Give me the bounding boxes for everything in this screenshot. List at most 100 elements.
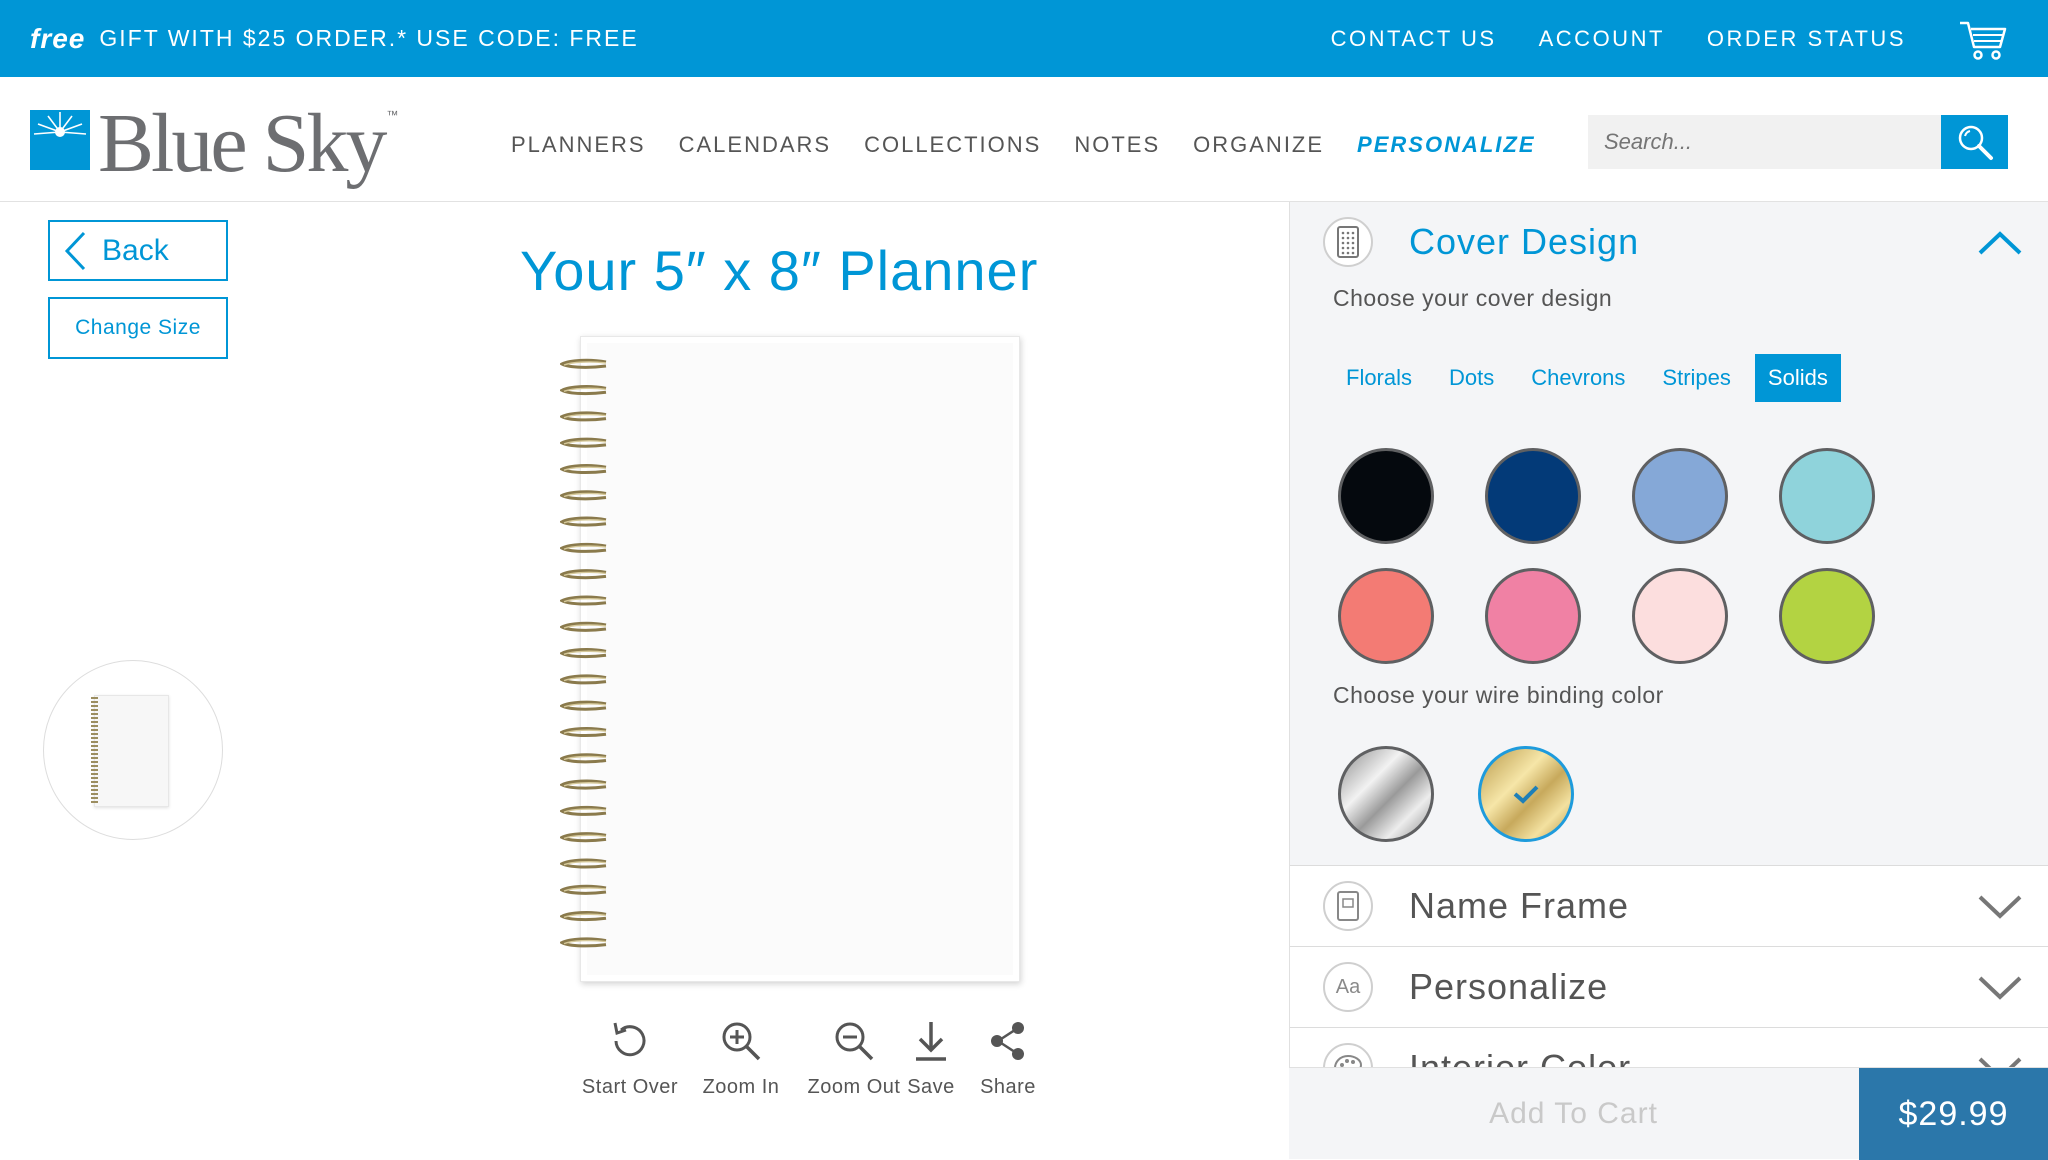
cover-design-subtitle: Choose your cover design	[1333, 285, 1613, 311]
cover-color-swatch[interactable]	[1338, 448, 1434, 544]
cover-color-swatch[interactable]	[1485, 448, 1581, 544]
cover-color-swatch[interactable]	[1779, 448, 1875, 544]
personalize-section[interactable]: Aa Personalize	[1290, 947, 2048, 1027]
aa-text-icon: Aa	[1323, 962, 1373, 1012]
spiral-ring	[560, 463, 607, 475]
page-title: Your 5″ x 8″ Planner	[520, 239, 1039, 302]
tab-florals[interactable]: Florals	[1333, 354, 1425, 402]
spiral-ring	[560, 937, 607, 948]
nav-notes[interactable]: NOTES	[1074, 132, 1160, 158]
spiral-ring	[560, 700, 607, 711]
save-label: Save	[907, 1076, 955, 1098]
zoom-out-icon	[835, 1022, 874, 1061]
add-to-cart-button[interactable]: Add To Cart	[1289, 1068, 1858, 1160]
logo-trademark: ™	[386, 108, 399, 122]
spiral-ring	[560, 385, 607, 396]
planner-cover	[587, 343, 1013, 975]
share-label: Share	[980, 1076, 1036, 1098]
start-over-button[interactable]: Start Over	[570, 1018, 690, 1099]
cover-design-title: Cover Design	[1409, 221, 1640, 262]
spiral-ring	[560, 411, 607, 422]
nav-collections[interactable]: COLLECTIONS	[864, 132, 1041, 158]
spiral-ring	[560, 805, 607, 816]
planner-spiral-binding	[560, 358, 607, 948]
blue-sky-logo[interactable]: Blue Sky ™	[30, 102, 398, 186]
spiral-ring	[560, 779, 607, 790]
zoom-in-label: Zoom In	[702, 1076, 780, 1098]
save-button[interactable]: Save	[891, 1018, 971, 1099]
spiral-ring	[560, 516, 607, 527]
name-frame-section[interactable]: Name Frame	[1290, 866, 2048, 946]
promo-bar: free GIFT WITH $25 ORDER.* USE CODE: FRE…	[0, 0, 2048, 77]
spiral-ring	[560, 858, 607, 869]
chevron-down-icon[interactable]	[1977, 975, 2023, 1001]
frame-icon	[1323, 881, 1373, 931]
thumbnail-spiral	[91, 697, 98, 805]
thumbnail-cover	[94, 695, 169, 807]
spiral-ring	[560, 542, 607, 553]
promo-message: free GIFT WITH $25 ORDER.* USE CODE: FRE…	[30, 0, 639, 77]
back-button[interactable]: Back	[48, 220, 228, 281]
interior-color-section[interactable]: Interior Color	[1290, 1028, 2048, 1068]
cart-icon[interactable]	[1958, 17, 2008, 61]
search-button[interactable]	[1941, 115, 2008, 169]
site-header: Blue Sky ™ PLANNERS CALENDARS COLLECTION…	[0, 77, 2048, 202]
share-icon	[991, 1022, 1024, 1060]
cover-design-header[interactable]: Cover Design	[1290, 208, 2048, 276]
spiral-ring	[560, 726, 607, 738]
tab-dots[interactable]: Dots	[1436, 354, 1507, 402]
spiral-ring	[560, 437, 607, 448]
planner-thumbnail[interactable]	[43, 660, 223, 840]
spiral-ring	[560, 621, 607, 632]
spiral-ring	[560, 358, 607, 369]
wire-binding-subtitle: Choose your wire binding color	[1333, 682, 1664, 708]
wire-gold-swatch[interactable]	[1478, 746, 1574, 842]
spiral-ring	[560, 884, 607, 895]
zoom-in-icon	[722, 1022, 761, 1061]
start-over-icon	[613, 1022, 646, 1057]
nav-personalize[interactable]: PERSONALIZE	[1357, 132, 1535, 158]
contact-us-link[interactable]: CONTACT US	[1331, 26, 1497, 52]
price-display: $29.99	[1859, 1068, 2048, 1160]
tab-stripes[interactable]: Stripes	[1649, 354, 1743, 402]
zoom-in-button[interactable]: Zoom In	[681, 1018, 801, 1099]
interior-color-title: Interior Color	[1409, 1047, 1632, 1068]
search-input[interactable]	[1588, 115, 1941, 169]
change-size-button[interactable]: Change Size	[48, 297, 228, 359]
customization-panel: Cover Design Choose your cover design Fl…	[1289, 202, 2048, 1159]
cover-color-swatch[interactable]	[1485, 568, 1581, 664]
logo-wordmark: Blue Sky	[98, 97, 387, 190]
back-button-label: Back	[102, 233, 169, 267]
spiral-ring	[560, 490, 607, 501]
nav-organize[interactable]: ORGANIZE	[1193, 132, 1324, 158]
cover-tabs: Florals Dots Chevrons Stripes Solids	[1333, 354, 1852, 402]
utility-links: CONTACT US ACCOUNT ORDER STATUS	[1331, 0, 2048, 77]
chevron-up-icon[interactable]	[1977, 230, 2023, 256]
spiral-ring	[560, 648, 607, 659]
cart-bar: Add To Cart $29.99	[1289, 1067, 2048, 1160]
cover-color-swatch[interactable]	[1632, 448, 1728, 544]
tab-solids[interactable]: Solids	[1754, 354, 1841, 402]
share-button[interactable]: Share	[968, 1018, 1048, 1099]
cover-color-swatch[interactable]	[1632, 568, 1728, 664]
search-bar	[1588, 115, 2008, 169]
promo-free-label: free	[30, 22, 86, 54]
logo-sun-icon	[30, 110, 90, 170]
preview-toolbar: Start Over Zoom In Zoom Out Save Share	[570, 1018, 1060, 1118]
nav-planners[interactable]: PLANNERS	[511, 132, 646, 158]
nav-calendars[interactable]: CALENDARS	[679, 132, 831, 158]
spiral-ring	[560, 674, 607, 685]
order-status-link[interactable]: ORDER STATUS	[1707, 26, 1906, 52]
download-icon	[916, 1022, 946, 1061]
wire-silver-swatch[interactable]	[1338, 746, 1434, 842]
cover-pattern-icon	[1323, 217, 1373, 267]
chevron-down-icon[interactable]	[1977, 894, 2023, 920]
personalize-title: Personalize	[1409, 966, 1609, 1007]
tab-chevrons[interactable]: Chevrons	[1518, 354, 1638, 402]
cover-color-swatch[interactable]	[1338, 568, 1434, 664]
spiral-ring	[560, 595, 607, 606]
account-link[interactable]: ACCOUNT	[1539, 26, 1665, 52]
name-frame-title: Name Frame	[1409, 885, 1630, 926]
spiral-ring	[560, 753, 607, 764]
cover-color-swatch[interactable]	[1779, 568, 1875, 664]
